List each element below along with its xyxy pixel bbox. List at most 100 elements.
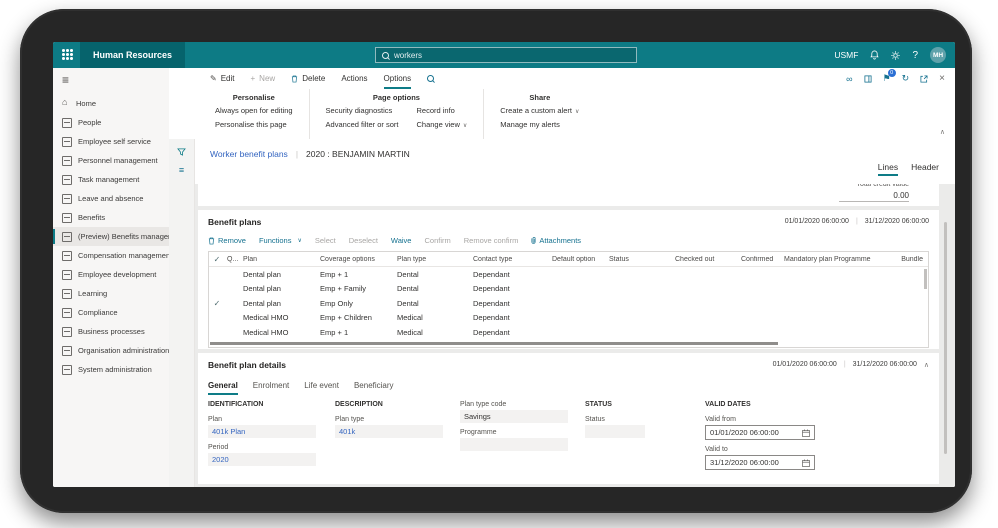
period-field[interactable]: 2020 — [208, 453, 316, 466]
sidebar-item-business-processes[interactable]: Business processes — [53, 322, 169, 341]
plan-type-field[interactable]: 401k — [335, 425, 443, 438]
status-field[interactable] — [585, 425, 645, 438]
sidebar-item-personnel-management[interactable]: Personnel management — [53, 151, 169, 170]
select-button[interactable]: Select — [315, 236, 336, 245]
tab-general[interactable]: General — [208, 381, 238, 395]
table-row[interactable]: Medical HMO Emp + Children Medical Depen… — [209, 311, 928, 326]
hamburger-icon[interactable]: ≡ — [62, 73, 169, 87]
delete-button[interactable]: Delete — [291, 68, 325, 89]
edit-button[interactable]: ✎ Edit — [210, 68, 235, 89]
sidebar-item-learning[interactable]: Learning — [53, 284, 169, 303]
expand-pane-icon[interactable]: ≡ — [179, 166, 184, 175]
calendar-icon[interactable] — [802, 459, 810, 467]
benefits-icon — [62, 212, 72, 223]
deselect-button[interactable]: Deselect — [349, 236, 378, 245]
calendar-icon[interactable] — [802, 429, 810, 437]
collapse-section-icon[interactable]: ∧ — [924, 361, 929, 369]
bell-icon[interactable] — [870, 50, 880, 60]
security-diagnostics-button[interactable]: Security diagnostics — [326, 106, 399, 115]
sidebar-item-leave-and-absence[interactable]: Leave and absence — [53, 189, 169, 208]
column-header[interactable]: Default option — [550, 256, 607, 263]
column-header[interactable]: Plan type — [395, 256, 471, 263]
sidebar-item-system-administration[interactable]: System administration — [53, 360, 169, 379]
global-search-input[interactable]: workers — [375, 47, 637, 63]
sidebar-item-people[interactable]: People — [53, 113, 169, 132]
notifications-flag-icon[interactable]: ⚑ 0 — [883, 69, 896, 84]
vertical-scrollbar[interactable] — [944, 222, 947, 454]
sidebar-item-home[interactable]: Home — [53, 94, 169, 113]
tab-lines[interactable]: Lines — [877, 162, 899, 176]
remove-button[interactable]: Remove — [208, 236, 246, 245]
task-pane-icon[interactable] — [864, 74, 872, 83]
close-icon[interactable]: × — [939, 73, 945, 84]
tab-header[interactable]: Header — [911, 162, 939, 176]
company-selector[interactable]: USMF — [834, 50, 858, 60]
waffle-icon[interactable] — [62, 49, 73, 60]
always-open-for-editing-button[interactable]: Always open for editing — [215, 106, 293, 115]
manage-my-alerts-button[interactable]: Manage my alerts — [500, 120, 579, 129]
gear-icon[interactable] — [891, 50, 901, 60]
column-header[interactable]: Coverage options — [318, 256, 395, 263]
waive-button[interactable]: Waive — [391, 236, 412, 245]
table-row[interactable]: Dental plan Emp + Family Dental Dependan… — [209, 282, 928, 297]
section-title[interactable]: Benefit plans — [208, 217, 261, 227]
sidebar-item-task-management[interactable]: Task management — [53, 170, 169, 189]
sidebar-item-compensation-management[interactable]: Compensation management — [53, 246, 172, 265]
ribbon-group-personalise: Personalise Always open for editing Pers… — [199, 89, 310, 139]
link-icon[interactable]: ∞ — [846, 74, 852, 84]
page-title-link[interactable]: Worker benefit plans — [210, 149, 288, 159]
record-info-button[interactable]: Record info — [417, 106, 468, 115]
system-administration-icon — [62, 364, 72, 375]
remove-confirm-button[interactable]: Remove confirm — [464, 236, 519, 245]
sidebar-item-employee-self-service[interactable]: Employee self service — [53, 132, 169, 151]
sidebar-item-organisation-administration[interactable]: Organisation administration — [53, 341, 169, 360]
sidebar-item-benefits[interactable]: Benefits — [53, 208, 169, 227]
change-view-button[interactable]: Change view ∨ — [417, 120, 468, 129]
sidebar-item-compliance[interactable]: Compliance — [53, 303, 169, 322]
options-menu-button[interactable]: Options — [383, 68, 412, 89]
collapse-ribbon-icon[interactable]: ∧ — [940, 128, 945, 136]
personalise-this-page-button[interactable]: Personalise this page — [215, 120, 293, 129]
valid-to-field[interactable]: 31/12/2020 06:00:00 — [705, 455, 815, 470]
sidebar-item-employee-development[interactable]: Employee development — [53, 265, 169, 284]
section-title[interactable]: Benefit plan details — [208, 360, 286, 370]
column-header[interactable]: Contact type — [471, 256, 550, 263]
attachments-button[interactable]: Attachments — [531, 236, 581, 245]
horizontal-scrollbar[interactable] — [210, 341, 778, 345]
column-header[interactable]: Bundle — [899, 256, 928, 263]
commandbar-search-button[interactable] — [427, 68, 435, 89]
tab-beneficiary[interactable]: Beneficiary — [354, 381, 394, 395]
refresh-icon[interactable]: ↻ — [902, 73, 910, 84]
tab-enrolment[interactable]: Enrolment — [253, 381, 289, 395]
select-all-icon[interactable]: ✓ — [214, 255, 221, 264]
column-header[interactable]: Programme — [832, 256, 902, 263]
confirm-button[interactable]: Confirm — [424, 236, 450, 245]
app-title[interactable]: Human Resources — [80, 42, 186, 68]
column-header[interactable]: Q... — [225, 256, 241, 263]
functions-menu-button[interactable]: Functions ∨ — [259, 236, 302, 245]
total-credit-value-field[interactable]: 0.00 — [839, 191, 909, 202]
column-header[interactable]: Confirmed — [739, 256, 782, 263]
column-header[interactable]: Checked out — [673, 256, 739, 263]
column-header[interactable]: Mandatory plan — [782, 256, 832, 263]
plan-type-code-field[interactable]: Savings — [460, 410, 568, 423]
column-header[interactable]: Plan — [241, 256, 318, 263]
actions-menu-button[interactable]: Actions — [341, 68, 367, 89]
filter-icon[interactable] — [177, 148, 186, 156]
plan-field[interactable]: 401k Plan — [208, 425, 316, 438]
sidebar-item-benefits-management[interactable]: (Preview) Benefits management — [53, 227, 185, 246]
help-icon[interactable]: ? — [912, 50, 918, 61]
open-in-new-window-icon[interactable] — [920, 74, 928, 83]
column-header[interactable]: Status — [607, 256, 673, 263]
programme-field[interactable] — [460, 438, 568, 451]
table-row-selected[interactable]: ✓ Dental plan Emp Only Dental Dependant — [209, 296, 928, 311]
valid-from-field[interactable]: 01/01/2020 06:00:00 — [705, 425, 815, 440]
create-custom-alert-button[interactable]: Create a custom alert ∨ — [500, 106, 579, 115]
table-row[interactable]: Medical HMO Emp + 1 Medical Dependant — [209, 325, 928, 340]
advanced-filter-or-sort-button[interactable]: Advanced filter or sort — [326, 120, 399, 129]
tab-life-event[interactable]: Life event — [304, 381, 339, 395]
new-button[interactable]: + New — [251, 68, 276, 89]
grid-vertical-scrollbar[interactable] — [924, 269, 927, 289]
avatar[interactable]: MH — [930, 47, 946, 63]
table-row[interactable]: Dental plan Emp + 1 Dental Dependant — [209, 267, 928, 282]
